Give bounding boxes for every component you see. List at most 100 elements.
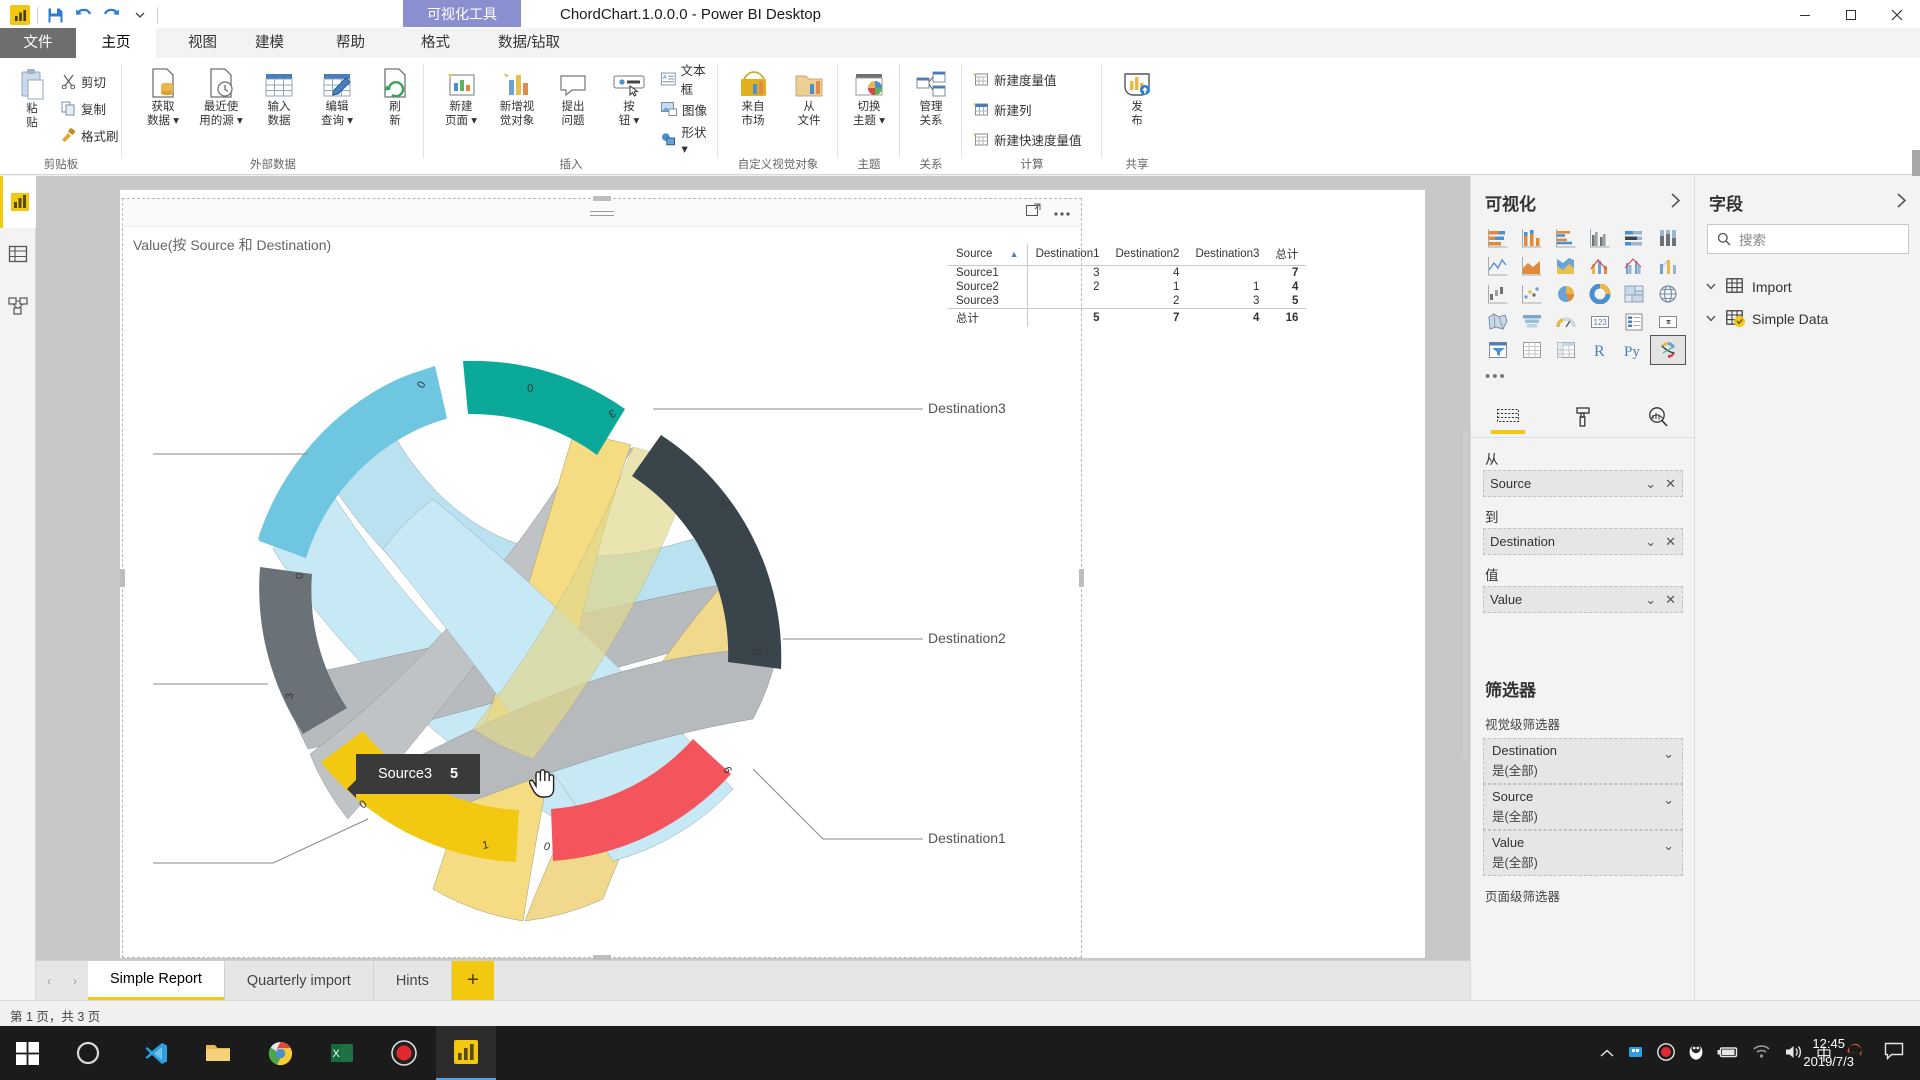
copy-button[interactable]: 复制 <box>58 97 109 119</box>
file-explorer-icon[interactable] <box>188 1026 248 1080</box>
excel-icon[interactable]: X <box>312 1026 372 1080</box>
well-field-destination[interactable]: Destination ⌄ ✕ <box>1483 528 1683 555</box>
ribbon-tab-help[interactable]: 帮助 <box>318 28 383 58</box>
viz-multi-row-card[interactable] <box>1617 308 1651 336</box>
remove-field-icon[interactable]: ✕ <box>1665 476 1676 492</box>
focus-mode-icon[interactable] <box>1026 203 1041 221</box>
from-marketplace-button[interactable]: 来自 市场 <box>726 66 780 128</box>
format-painter-button[interactable]: 格式刷 <box>58 124 122 146</box>
viz-ribbon-chart[interactable] <box>1651 252 1685 280</box>
new-measure-button[interactable]: 新建度量值 <box>970 68 1060 90</box>
filter-source[interactable]: Source 是(全部) ⌄ <box>1483 784 1683 830</box>
cortana-icon[interactable] <box>58 1026 118 1080</box>
table-row[interactable]: Source2 2 1 1 4 <box>948 280 1306 294</box>
more-visuals-icon[interactable]: ••• <box>1485 368 1507 385</box>
buttons-button[interactable]: 按 钮 ▾ <box>602 66 656 128</box>
well-field-source[interactable]: Source ⌄ ✕ <box>1483 470 1683 497</box>
chevron-down-icon[interactable]: ⌄ <box>1645 534 1656 550</box>
chord-diagram[interactable]: Source1 Source2 Source3 Destination1 Des… <box>133 249 1033 949</box>
chevron-down-icon[interactable] <box>1705 311 1717 327</box>
chevron-right-icon[interactable] <box>1669 192 1682 212</box>
viz-map[interactable] <box>1651 280 1685 308</box>
viz-kpi[interactable] <box>1651 308 1685 336</box>
viz-stacked-column-chart[interactable] <box>1515 224 1549 252</box>
rail-report-view[interactable] <box>0 176 36 228</box>
paste-button[interactable]: 粘 贴 <box>10 68 54 130</box>
viz-matrix[interactable] <box>1549 336 1583 364</box>
notification-icon[interactable] <box>1884 1042 1904 1063</box>
record-icon[interactable] <box>374 1026 434 1080</box>
chevron-down-icon[interactable]: ⌄ <box>1663 746 1674 762</box>
qat-more-icon[interactable] <box>129 5 150 26</box>
matrix-col-total[interactable]: 总计 <box>1267 244 1307 266</box>
new-quick-measure-button[interactable]: 新建快速度量值 <box>970 128 1085 150</box>
new-column-button[interactable]: 新建列 <box>970 98 1035 120</box>
ribbon-tab-modeling[interactable]: 建模 <box>237 28 302 58</box>
chevron-down-icon[interactable]: ⌄ <box>1663 838 1674 854</box>
qq-icon[interactable] <box>1688 1043 1704 1064</box>
viz-table[interactable] <box>1515 336 1549 364</box>
vscode-icon[interactable] <box>126 1026 186 1080</box>
undo-icon[interactable] <box>73 5 94 26</box>
viz-treemap[interactable] <box>1617 280 1651 308</box>
page-tab-hints[interactable]: Hints <box>374 961 452 1000</box>
field-table-import[interactable]: Import <box>1705 278 1792 296</box>
viz-line-chart[interactable] <box>1481 252 1515 280</box>
well-tab-analytics[interactable] <box>1620 396 1695 437</box>
start-icon[interactable] <box>0 1026 54 1080</box>
new-page-button[interactable]: 新建 页面 ▾ <box>434 66 488 128</box>
resize-handle-top[interactable] <box>593 196 611 201</box>
taskbar-clock[interactable]: 12:45 2019/7/3 <box>1803 1035 1854 1071</box>
chevron-right-icon[interactable] <box>1895 192 1908 212</box>
viz-filled-map[interactable] <box>1481 308 1515 336</box>
viz-chord-chart[interactable] <box>1650 335 1686 365</box>
matrix-col-destination2[interactable]: Destination2 <box>1107 244 1188 266</box>
viz-pie-chart[interactable] <box>1549 280 1583 308</box>
matrix-col-source[interactable]: Source ▲ <box>948 244 1028 266</box>
search-input[interactable]: 搜索 <box>1707 224 1909 254</box>
ribbon-tab-home[interactable]: 主页 <box>76 28 156 58</box>
viz-clustered-column-chart[interactable] <box>1583 224 1617 252</box>
matrix-col-destination1[interactable]: Destination1 <box>1026 244 1108 266</box>
rail-data-view[interactable] <box>0 228 36 280</box>
chord-chart-visual[interactable]: Value(按 Source 和 Destination) Destinatio… <box>120 196 1307 960</box>
image-button[interactable]: 图像 <box>658 98 710 120</box>
recent-sources-button[interactable]: 最近使 用的源 ▾ <box>194 66 248 128</box>
publish-button[interactable]: 发 布 <box>1110 66 1164 128</box>
visualizations-pane-scrollbar[interactable] <box>1463 430 1468 760</box>
viz-area-chart[interactable] <box>1515 252 1549 280</box>
page-next-button[interactable]: › <box>62 961 88 1000</box>
field-table-simple-data[interactable]: Simple Data <box>1705 310 1828 328</box>
minimize-button[interactable] <box>1782 0 1828 30</box>
viz-waterfall-chart[interactable] <box>1481 280 1515 308</box>
visual-drag-grip[interactable] <box>590 208 614 219</box>
viz-stacked-bar-chart[interactable] <box>1481 224 1515 252</box>
wifi-icon[interactable] <box>1752 1044 1771 1062</box>
text-box-button[interactable]: A 文本框 <box>658 64 718 97</box>
save-icon[interactable] <box>45 5 66 26</box>
well-field-value[interactable]: Value ⌄ ✕ <box>1483 586 1683 613</box>
well-tab-format[interactable] <box>1546 396 1621 437</box>
page-tab-simple-report[interactable]: Simple Report <box>88 961 225 1000</box>
matrix-col-destination3[interactable]: Destination3 <box>1187 244 1268 266</box>
viz-stacked-area-chart[interactable] <box>1549 252 1583 280</box>
chrome-icon[interactable] <box>250 1026 310 1080</box>
viz-python-script[interactable]: Py <box>1617 336 1651 364</box>
more-options-icon[interactable] <box>1053 205 1071 220</box>
viz-100-stacked-bar-chart[interactable] <box>1617 224 1651 252</box>
battery-icon[interactable] <box>1717 1045 1739 1062</box>
refresh-button[interactable]: 刷 新 <box>368 66 422 128</box>
table-row[interactable]: Source3 2 3 5 <box>948 294 1306 309</box>
matrix-table[interactable]: Source ▲ Destination1 Destination2 Desti… <box>948 244 1307 327</box>
table-row[interactable]: Source1 3 4 7 <box>948 265 1306 280</box>
filter-destination[interactable]: Destination 是(全部) ⌄ <box>1483 738 1683 784</box>
viz-slicer[interactable] <box>1481 336 1515 364</box>
viz-card[interactable]: 123 <box>1583 308 1617 336</box>
shapes-button[interactable]: 形状 ▾ <box>658 126 718 156</box>
cut-button[interactable]: 剪切 <box>58 70 109 92</box>
viz-100-stacked-column-chart[interactable] <box>1651 224 1685 252</box>
add-page-button[interactable]: + <box>451 961 494 1000</box>
redo-icon[interactable] <box>101 5 122 26</box>
chevron-down-icon[interactable]: ⌄ <box>1663 792 1674 808</box>
enter-data-button[interactable]: 输入 数据 <box>252 66 306 128</box>
